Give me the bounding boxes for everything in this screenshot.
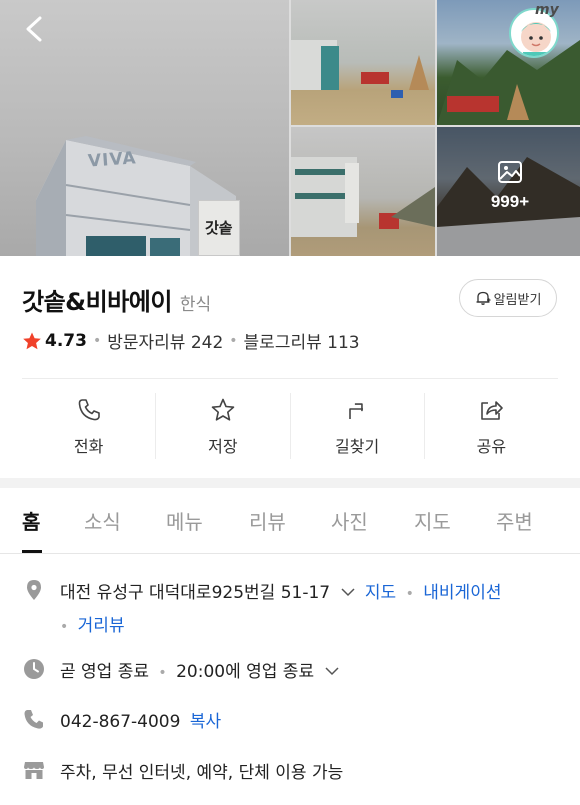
address-text-block: 대전 유성구 대덕대로925번길 51-17 지도 • 내비게이션 • 거리뷰 [60, 578, 501, 636]
address-text: 대전 유성구 대덕대로925번길 51-17 [60, 583, 331, 603]
separator-dot: • [92, 332, 102, 349]
street-view-link[interactable]: 거리뷰 [78, 616, 125, 636]
rating-value: 4.73 [45, 330, 87, 351]
clock-icon [24, 659, 44, 679]
main-photo[interactable]: VIVA 갓솥 [0, 0, 289, 256]
back-button[interactable] [20, 14, 50, 44]
star-filled-icon [23, 332, 41, 349]
map-link[interactable]: 지도 [365, 583, 396, 603]
active-tab-indicator [22, 550, 42, 553]
separator-dot: • [60, 619, 69, 635]
phone-filled-icon [24, 710, 43, 729]
building-sign-viva: VIVA [87, 148, 138, 172]
place-title-row: 갓솥&비바에이 한식 [22, 282, 211, 317]
save-label: 저장 [208, 437, 238, 456]
image-icon [498, 161, 522, 183]
visitor-reviews-link[interactable]: 방문자리뷰 242 [107, 328, 223, 353]
tab-reviews[interactable]: 리뷰 [249, 506, 286, 535]
photo-3-illustration [291, 157, 435, 237]
building-sign-text: 갓솥 [205, 219, 233, 237]
section-separator [0, 478, 580, 488]
store-icon [24, 762, 44, 779]
chevron-down-icon[interactable] [340, 586, 356, 598]
directions-icon [349, 403, 364, 419]
notification-subscribe-label: 알림받기 [493, 292, 542, 308]
bell-plus-icon [476, 291, 491, 305]
phone-icon [78, 399, 100, 421]
chevron-down-icon[interactable] [324, 665, 340, 677]
amenities-text: 주차, 무선 인터넷, 예약, 단체 이용 가능 [60, 763, 344, 783]
action-bar: 전화 저장 길찾기 공유 [22, 393, 558, 459]
my-profile-badge[interactable]: my [507, 2, 563, 58]
hours-detail: 20:00에 영업 종료 [176, 662, 315, 682]
phone-text-block: 042-867-4009 복사 [60, 707, 221, 732]
place-name: 갓솥&비바에이 [22, 288, 172, 316]
hours-text-block: 곧 영업 종료 • 20:00에 영업 종료 [60, 657, 340, 682]
call-button[interactable]: 전화 [22, 393, 157, 459]
divider [22, 378, 558, 379]
photo-1-illustration [291, 40, 429, 98]
notification-subscribe-button[interactable]: 알림받기 [459, 279, 557, 317]
photo-gallery: VIVA 갓솥 my 999+ [0, 0, 580, 256]
directions-button[interactable]: 길찾기 [291, 393, 425, 459]
phone-number[interactable]: 042-867-4009 [60, 712, 180, 732]
tab-bar: 홈 소식 메뉴 리뷰 사진 지도 주변 [0, 488, 580, 554]
blog-reviews-link[interactable]: 블로그리뷰 113 [244, 328, 360, 353]
share-label: 공유 [476, 437, 507, 456]
share-icon [481, 401, 504, 420]
location-pin-icon [27, 580, 41, 600]
share-button[interactable]: 공유 [425, 393, 558, 459]
call-label: 전화 [73, 437, 104, 456]
building-sign-board: 갓솥 [198, 200, 240, 256]
separator-dot: • [405, 586, 414, 602]
chevron-left-icon [26, 16, 42, 42]
navigation-link[interactable]: 내비게이션 [423, 583, 501, 603]
tab-news[interactable]: 소식 [84, 506, 121, 535]
copy-phone-link[interactable]: 복사 [190, 712, 221, 732]
photo-thumbnail-3[interactable] [291, 127, 435, 256]
tab-menu[interactable]: 메뉴 [166, 506, 203, 535]
tab-map[interactable]: 지도 [414, 506, 451, 535]
my-badge-text: my [535, 2, 559, 18]
star-icon [211, 398, 235, 421]
photo-thumbnail-1[interactable] [291, 0, 435, 125]
amenities-text-block: 주차, 무선 인터넷, 예약, 단체 이용 가능 [60, 758, 343, 783]
address-row: 대전 유성구 대덕대로925번길 51-17 지도 • 내비게이션 • 거리뷰 [22, 578, 558, 636]
tab-home[interactable]: 홈 [22, 506, 40, 535]
tab-photos[interactable]: 사진 [331, 506, 368, 535]
directions-label: 길찾기 [335, 437, 380, 456]
separator-dot: • [158, 665, 167, 681]
street-view-line: • 거리뷰 [60, 611, 501, 636]
save-button[interactable]: 저장 [156, 393, 291, 459]
hours-status: 곧 영업 종료 [60, 662, 150, 682]
separator-dot: • [229, 332, 238, 349]
more-photos-indicator[interactable]: 999+ [480, 160, 540, 212]
tab-nearby[interactable]: 주변 [496, 506, 533, 535]
more-photos-count: 999+ [490, 192, 530, 211]
place-category: 한식 [179, 295, 212, 315]
rating-row: 4.73 • 방문자리뷰 242 • 블로그리뷰 113 [22, 328, 360, 353]
